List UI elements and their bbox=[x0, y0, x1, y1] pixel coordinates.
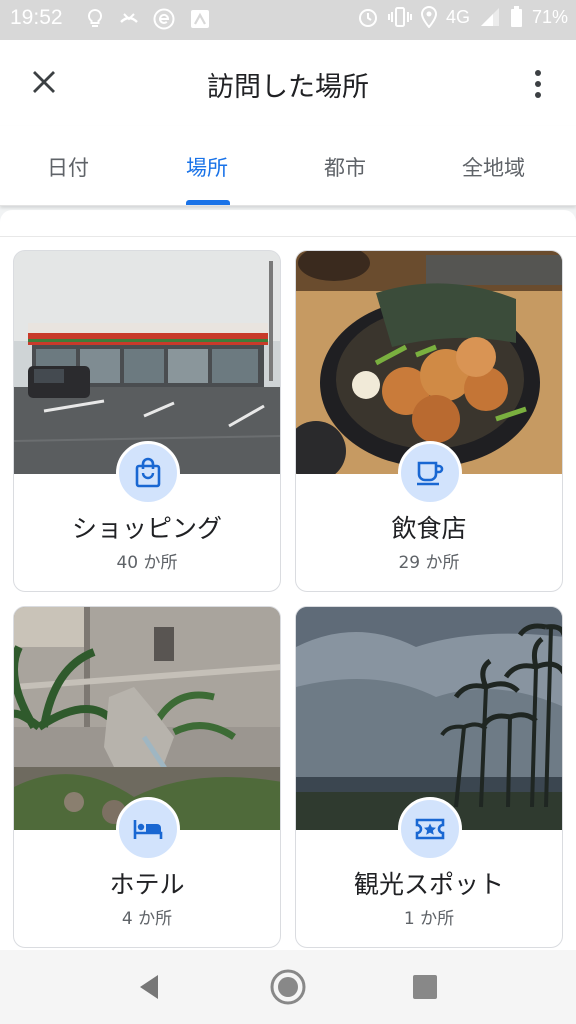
category-count: 40 か所 bbox=[116, 553, 178, 573]
gallery-icon bbox=[189, 8, 211, 30]
category-label: ホテル bbox=[109, 870, 185, 899]
category-card-hotels[interactable]: ホテル 4 か所 bbox=[13, 606, 281, 948]
category-card-shopping[interactable]: ショッピング 40 か所 bbox=[13, 250, 281, 592]
location-icon bbox=[420, 6, 437, 28]
status-bar: 19:52 4G 71% bbox=[0, 0, 576, 40]
back-icon[interactable] bbox=[126, 964, 172, 1010]
tab-bar: 日付 場所 都市 全地域 bbox=[0, 126, 576, 206]
active-tab-indicator bbox=[186, 200, 230, 205]
category-label: ショッピング bbox=[71, 514, 222, 543]
coffee-cup-icon bbox=[417, 461, 444, 486]
category-card-restaurants[interactable]: 飲食店 29 か所 bbox=[295, 250, 563, 592]
signal-icon bbox=[480, 8, 499, 26]
attraction-badge bbox=[398, 797, 462, 861]
category-label: 観光スポット bbox=[353, 870, 504, 899]
vibrate-icon bbox=[387, 7, 412, 27]
shopping-badge bbox=[116, 441, 180, 505]
category-count: 29 か所 bbox=[398, 553, 460, 573]
e-app-icon bbox=[153, 8, 175, 30]
network-type: 4G bbox=[445, 6, 470, 27]
battery-icon bbox=[510, 6, 522, 27]
lightbulb-icon bbox=[84, 8, 106, 30]
category-count: 4 か所 bbox=[121, 909, 173, 929]
app-bar: 訪問した場所 bbox=[0, 40, 576, 126]
tab-date[interactable]: 日付 bbox=[47, 152, 89, 182]
alarm-icon bbox=[358, 9, 377, 27]
shopping-bag-icon bbox=[135, 457, 161, 488]
category-label: 飲食店 bbox=[391, 514, 467, 543]
content-area: ショッピング 40 か所 飲食店 29 か所 ホテル 4 か所 観光スポット 1… bbox=[0, 206, 576, 950]
bed-icon bbox=[133, 820, 163, 839]
category-count: 1 か所 bbox=[403, 909, 455, 929]
ticket-icon bbox=[415, 818, 445, 840]
more-vert-icon[interactable] bbox=[526, 64, 550, 104]
page-title: 訪問した場所 bbox=[207, 72, 369, 103]
tab-all-regions[interactable]: 全地域 bbox=[462, 152, 525, 182]
home-icon[interactable] bbox=[265, 964, 311, 1010]
category-card-attractions[interactable]: 観光スポット 1 か所 bbox=[295, 606, 563, 948]
tab-places[interactable]: 場所 bbox=[186, 152, 228, 182]
status-right-group: 4G 71% bbox=[357, 6, 568, 28]
status-time: 19:52 bbox=[10, 6, 63, 29]
divider bbox=[0, 236, 576, 237]
system-nav-bar bbox=[0, 950, 576, 1024]
missed-call-icon bbox=[118, 8, 140, 30]
battery-level: 71% bbox=[531, 6, 568, 27]
restaurant-badge bbox=[398, 441, 462, 505]
content-sheet: ショッピング 40 か所 飲食店 29 か所 ホテル 4 か所 観光スポット 1… bbox=[0, 210, 576, 950]
recents-icon[interactable] bbox=[402, 964, 448, 1010]
tab-cities[interactable]: 都市 bbox=[324, 152, 366, 182]
hotel-badge bbox=[116, 797, 180, 861]
